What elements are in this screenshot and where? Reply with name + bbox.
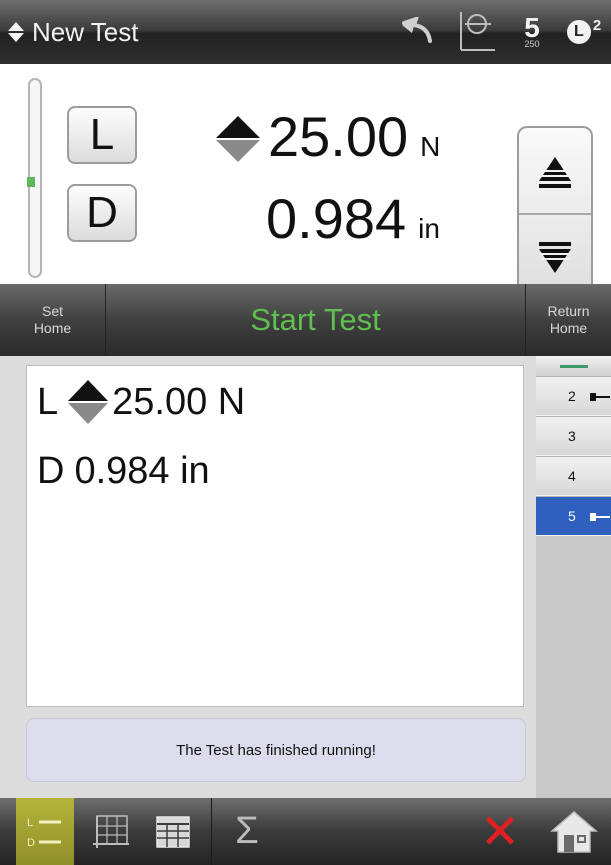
test-list-item[interactable]: 2 xyxy=(536,376,611,416)
test-list-item-label: 2 xyxy=(568,388,576,404)
result-load: L 25.00 N xyxy=(37,380,245,424)
displacement-unit: in xyxy=(418,213,440,244)
l2-sup: 2 xyxy=(592,16,602,34)
displacement-key-button[interactable]: D xyxy=(67,184,137,242)
test-list-item[interactable]: 4 xyxy=(536,456,611,496)
test-list-item[interactable]: 3 xyxy=(536,416,611,456)
speed-value: 5 xyxy=(524,11,540,43)
load-readout: 25.00 N xyxy=(216,104,440,169)
sigma-icon[interactable]: Σ xyxy=(222,798,272,865)
load-key-button[interactable]: L xyxy=(67,106,137,164)
test-list-item-label: 5 xyxy=(568,508,576,524)
start-test-button[interactable]: Start Test xyxy=(106,284,525,356)
cancel-icon[interactable]: ✕ xyxy=(472,798,528,865)
bottom-toolbar: L D Σ ✕ xyxy=(0,798,611,865)
set-home-line2: Home xyxy=(33,320,72,336)
test-title-button[interactable]: New Test xyxy=(0,0,138,64)
toolbar-divider xyxy=(211,798,212,865)
table-icon[interactable] xyxy=(146,798,200,865)
test-list-header[interactable] xyxy=(536,356,611,376)
title-bar-icons: 5 250 L 2 xyxy=(387,0,611,64)
load-value: 25.00 xyxy=(268,105,409,168)
speed-sub: 250 xyxy=(524,38,540,49)
direction-updown-icon xyxy=(216,116,260,162)
return-home-line1: Return xyxy=(547,303,590,319)
home-icon[interactable] xyxy=(542,798,606,865)
undo-icon[interactable] xyxy=(387,0,447,64)
position-slider[interactable] xyxy=(27,78,42,278)
set-home-line1: Set xyxy=(41,303,63,319)
set-home-button[interactable]: Set Home xyxy=(0,284,106,356)
test-list-item-label: 4 xyxy=(568,468,576,484)
graph-icon[interactable] xyxy=(84,798,138,865)
test-list-item-label: 3 xyxy=(568,428,576,444)
result-load-value: 25.00 N xyxy=(112,380,246,423)
collapse-dash-icon xyxy=(559,364,588,368)
displacement-readout: 0.984 in xyxy=(266,186,440,251)
ld-letter-l: L xyxy=(27,817,33,829)
jog-up-icon xyxy=(539,156,571,188)
pointer-icon xyxy=(590,393,610,401)
title-bar: New Test 5 250 L 2 xyxy=(0,0,611,64)
result-load-prefix: L xyxy=(37,380,59,423)
load-unit: N xyxy=(420,131,441,162)
pointer-icon xyxy=(590,513,610,521)
speed-icon[interactable]: 5 250 xyxy=(507,0,557,64)
return-home-line2: Home xyxy=(549,320,588,336)
jog-control xyxy=(517,126,593,302)
ld-letter-d: D xyxy=(27,837,35,849)
return-home-button[interactable]: Return Home xyxy=(525,284,611,356)
l2-letter: L xyxy=(566,20,591,44)
jog-down-icon xyxy=(539,241,571,273)
action-bar: Set Home Start Test Return Home xyxy=(0,284,611,356)
page-title: New Test xyxy=(32,16,139,47)
result-disp-prefix: D xyxy=(37,450,65,492)
updown-arrow-icon xyxy=(8,22,24,42)
readout-panel: L D 25.00 N 0.984 in xyxy=(0,64,611,302)
tare-icon[interactable] xyxy=(447,0,507,64)
ld-icon[interactable]: L D xyxy=(16,798,74,865)
status-message: The Test has finished running! xyxy=(26,718,526,782)
jog-up-button[interactable] xyxy=(519,128,591,215)
result-displacement: D 0.984 in xyxy=(37,450,210,493)
test-list: 2 3 4 5 xyxy=(536,356,611,798)
test-list-item-selected[interactable]: 5 xyxy=(536,496,611,536)
displacement-value: 0.984 xyxy=(266,187,407,250)
direction-updown-icon xyxy=(68,380,109,424)
results-box: L 25.00 N D 0.984 in xyxy=(26,365,524,707)
l2-icon[interactable]: L 2 xyxy=(557,0,611,64)
position-marker[interactable] xyxy=(27,177,35,187)
result-disp-value: 0.984 in xyxy=(74,450,210,492)
